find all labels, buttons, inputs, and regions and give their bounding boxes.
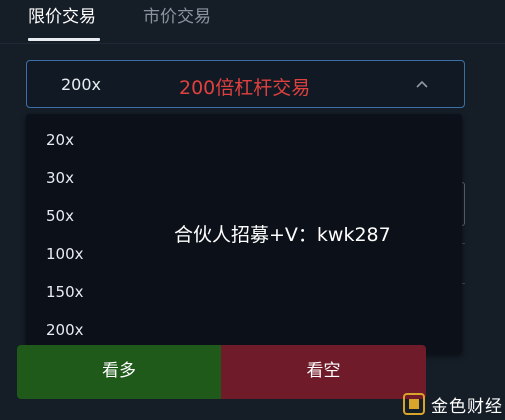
leverage-option-100x[interactable]: 100x xyxy=(46,242,166,266)
go-long-button[interactable]: 看多 xyxy=(17,345,221,399)
watermark-brand-text: 金色财经 xyxy=(431,396,503,417)
leverage-option-20x[interactable]: 20x xyxy=(46,128,166,152)
leverage-select[interactable]: 200x 200倍杠杆交易 xyxy=(26,60,465,108)
watermark: 金色财经 xyxy=(403,392,503,417)
leverage-option-200x[interactable]: 200x xyxy=(46,318,166,342)
brand-logo-icon xyxy=(403,393,425,415)
tab-market-trade[interactable]: 市价交易 xyxy=(143,6,211,28)
overlay-banner-text: 合伙人招募+V：kwk287 xyxy=(174,224,391,246)
tab-limit-trade[interactable]: 限价交易 xyxy=(28,6,96,28)
active-tab-indicator xyxy=(28,38,100,41)
leverage-hint: 200倍杠杆交易 xyxy=(179,77,311,99)
leverage-option-30x[interactable]: 30x xyxy=(46,166,166,190)
leverage-option-150x[interactable]: 150x xyxy=(46,280,166,304)
chevron-up-icon xyxy=(416,80,428,88)
leverage-option-50x[interactable]: 50x xyxy=(46,204,166,228)
leverage-selected-value: 200x xyxy=(61,75,102,94)
go-short-button[interactable]: 看空 xyxy=(221,345,426,399)
trade-type-tabs: 限价交易 市价交易 xyxy=(0,0,505,44)
